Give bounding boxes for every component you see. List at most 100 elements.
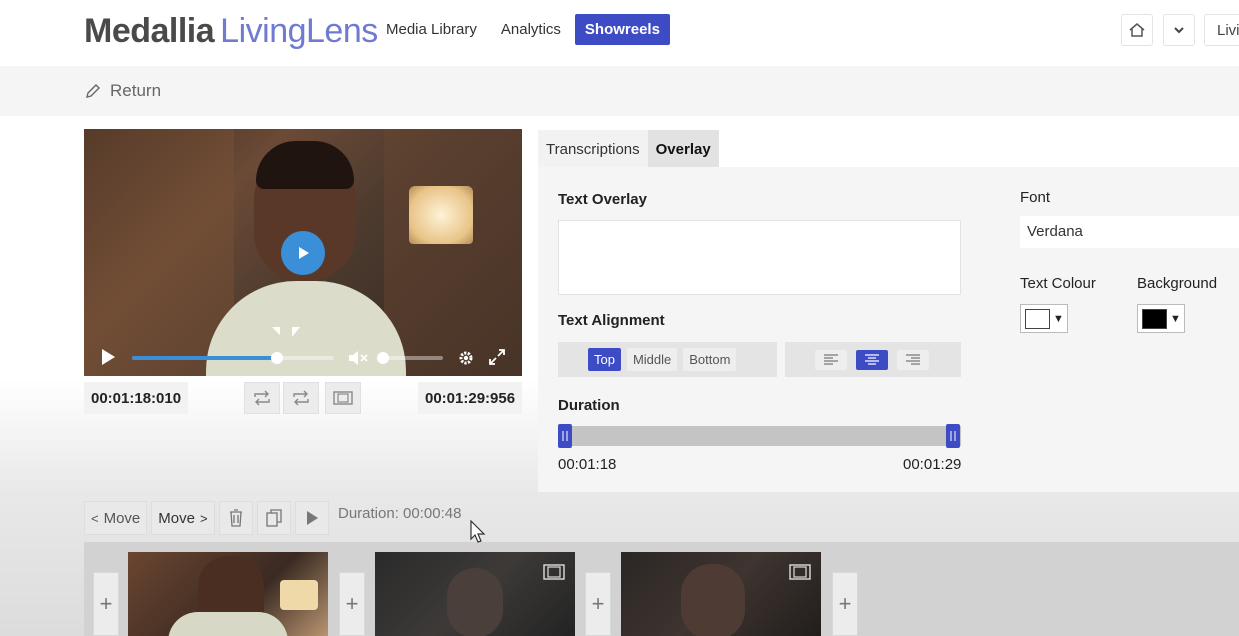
- delete-clip-button[interactable]: [218, 501, 253, 535]
- film-icon: [333, 391, 353, 405]
- align-center-icon: [865, 353, 879, 365]
- overlay-panel: Text Overlay Text Alignment Top Middle B…: [538, 167, 1239, 492]
- text-alignment-label: Text Alignment: [558, 312, 665, 329]
- play-timeline-button[interactable]: [294, 501, 329, 535]
- clip-thumbnail-person: [681, 564, 745, 636]
- seek-bar-progress: [132, 356, 278, 360]
- background-colour-label: Background: [1137, 275, 1218, 292]
- timeline-duration: Duration: 00:00:48: [338, 505, 462, 522]
- duration-range-slider[interactable]: [558, 424, 961, 448]
- vertical-alignment-group: Top Middle Bottom: [558, 342, 777, 377]
- timeline-clip[interactable]: [128, 552, 328, 636]
- add-clip-button[interactable]: +: [585, 572, 611, 636]
- volume-handle[interactable]: [377, 352, 389, 364]
- trim-markers-icon[interactable]: [270, 325, 314, 339]
- nav-showreels[interactable]: Showreels: [574, 14, 670, 45]
- align-left-button[interactable]: [815, 349, 847, 370]
- timeline-clip[interactable]: [621, 552, 821, 636]
- plus-icon: +: [591, 591, 605, 616]
- trash-icon: [229, 509, 242, 527]
- user-menu-button[interactable]: Livi: [1204, 14, 1239, 46]
- copy-icon: [265, 509, 282, 527]
- seek-bar[interactable]: [132, 352, 334, 364]
- timeline-strip: + + + +: [84, 542, 1239, 636]
- seek-handle[interactable]: [271, 352, 284, 364]
- plus-icon: +: [838, 591, 852, 616]
- duplicate-clip-button[interactable]: [256, 501, 291, 535]
- return-label: Return: [110, 81, 162, 100]
- text-colour-swatch: [1025, 308, 1050, 329]
- loop-start-button[interactable]: [244, 382, 280, 414]
- grip-icon: [562, 431, 568, 441]
- tab-transcriptions[interactable]: Transcriptions: [538, 130, 648, 169]
- video-scene-person: [256, 141, 354, 189]
- align-right-icon: [906, 353, 920, 365]
- loop-button[interactable]: [283, 382, 319, 414]
- play-icon: [299, 247, 309, 259]
- film-icon: [543, 564, 565, 580]
- mute-icon[interactable]: [348, 350, 368, 366]
- chevron-left-icon: <: [91, 510, 99, 526]
- volume-slider[interactable]: [377, 352, 443, 364]
- move-left-button[interactable]: < Move: [84, 501, 148, 535]
- home-icon: [1129, 23, 1145, 37]
- clip-thumbnail-person: [168, 612, 288, 636]
- gear-icon[interactable]: [458, 350, 474, 366]
- plus-icon: +: [99, 591, 113, 616]
- nav-media-library[interactable]: Media Library: [376, 14, 487, 45]
- play-button-large[interactable]: [281, 231, 325, 275]
- align-right-button[interactable]: [897, 349, 929, 370]
- clip-button[interactable]: [325, 382, 361, 414]
- video-scene-lamp: [409, 186, 473, 244]
- current-time-display: 00:01:18:010: [84, 382, 189, 414]
- fullscreen-icon[interactable]: [489, 349, 505, 365]
- text-colour-picker[interactable]: ▼: [1020, 304, 1068, 333]
- repeat-icon: [293, 390, 309, 406]
- align-middle-button[interactable]: Middle: [626, 348, 678, 371]
- text-overlay-input[interactable]: [558, 220, 961, 295]
- play-icon[interactable]: [100, 348, 116, 366]
- move-left-label: Move: [103, 509, 141, 527]
- dropdown-button[interactable]: [1163, 14, 1195, 46]
- return-link[interactable]: Return: [84, 81, 161, 101]
- logo-product: LivingLens: [220, 12, 378, 50]
- main-nav: Media Library Analytics Showreels: [376, 14, 670, 45]
- align-left-icon: [824, 353, 838, 365]
- top-header: Medallia LivingLens Media Library Analyti…: [0, 0, 1239, 66]
- text-overlay-label: Text Overlay: [558, 191, 647, 208]
- logo[interactable]: Medallia LivingLens: [84, 12, 378, 51]
- duration-start-time: 00:01:18: [558, 456, 617, 473]
- clip-thumbnail-person: [447, 568, 503, 636]
- duration-end-handle[interactable]: [946, 424, 960, 448]
- end-time-display: 00:01:29:956: [418, 382, 523, 414]
- duration-label: Duration: [558, 397, 620, 414]
- align-bottom-button[interactable]: Bottom: [683, 348, 737, 371]
- editor-tabs: Transcriptions Overlay: [538, 130, 719, 169]
- add-clip-button[interactable]: +: [339, 572, 365, 636]
- player-controls: [84, 339, 522, 376]
- timeline-clip[interactable]: [375, 552, 575, 636]
- font-select[interactable]: Verdana: [1020, 216, 1239, 248]
- sub-toolbar: Return: [0, 66, 1239, 116]
- background-colour-swatch: [1142, 308, 1167, 329]
- dropdown-arrow-icon: ▼: [1053, 312, 1064, 325]
- chevron-down-icon: [1174, 27, 1184, 34]
- home-button[interactable]: [1121, 14, 1153, 46]
- logo-brand: Medallia: [84, 12, 215, 50]
- align-top-button[interactable]: Top: [588, 348, 621, 371]
- add-clip-button[interactable]: +: [832, 572, 858, 636]
- mouse-cursor-icon: [470, 520, 486, 543]
- align-center-button[interactable]: [856, 349, 888, 370]
- video-player[interactable]: [84, 129, 522, 376]
- tab-overlay[interactable]: Overlay: [647, 130, 719, 169]
- add-clip-button[interactable]: +: [93, 572, 119, 636]
- duration-end-time: 00:01:29: [903, 456, 962, 473]
- horizontal-alignment-group: [785, 342, 961, 377]
- film-icon: [789, 564, 811, 580]
- pencil-icon: [86, 84, 100, 98]
- duration-start-handle[interactable]: [558, 424, 572, 448]
- plus-icon: +: [345, 591, 359, 616]
- nav-analytics[interactable]: Analytics: [491, 14, 571, 45]
- background-colour-picker[interactable]: ▼: [1137, 304, 1185, 333]
- move-right-button[interactable]: Move >: [151, 501, 215, 535]
